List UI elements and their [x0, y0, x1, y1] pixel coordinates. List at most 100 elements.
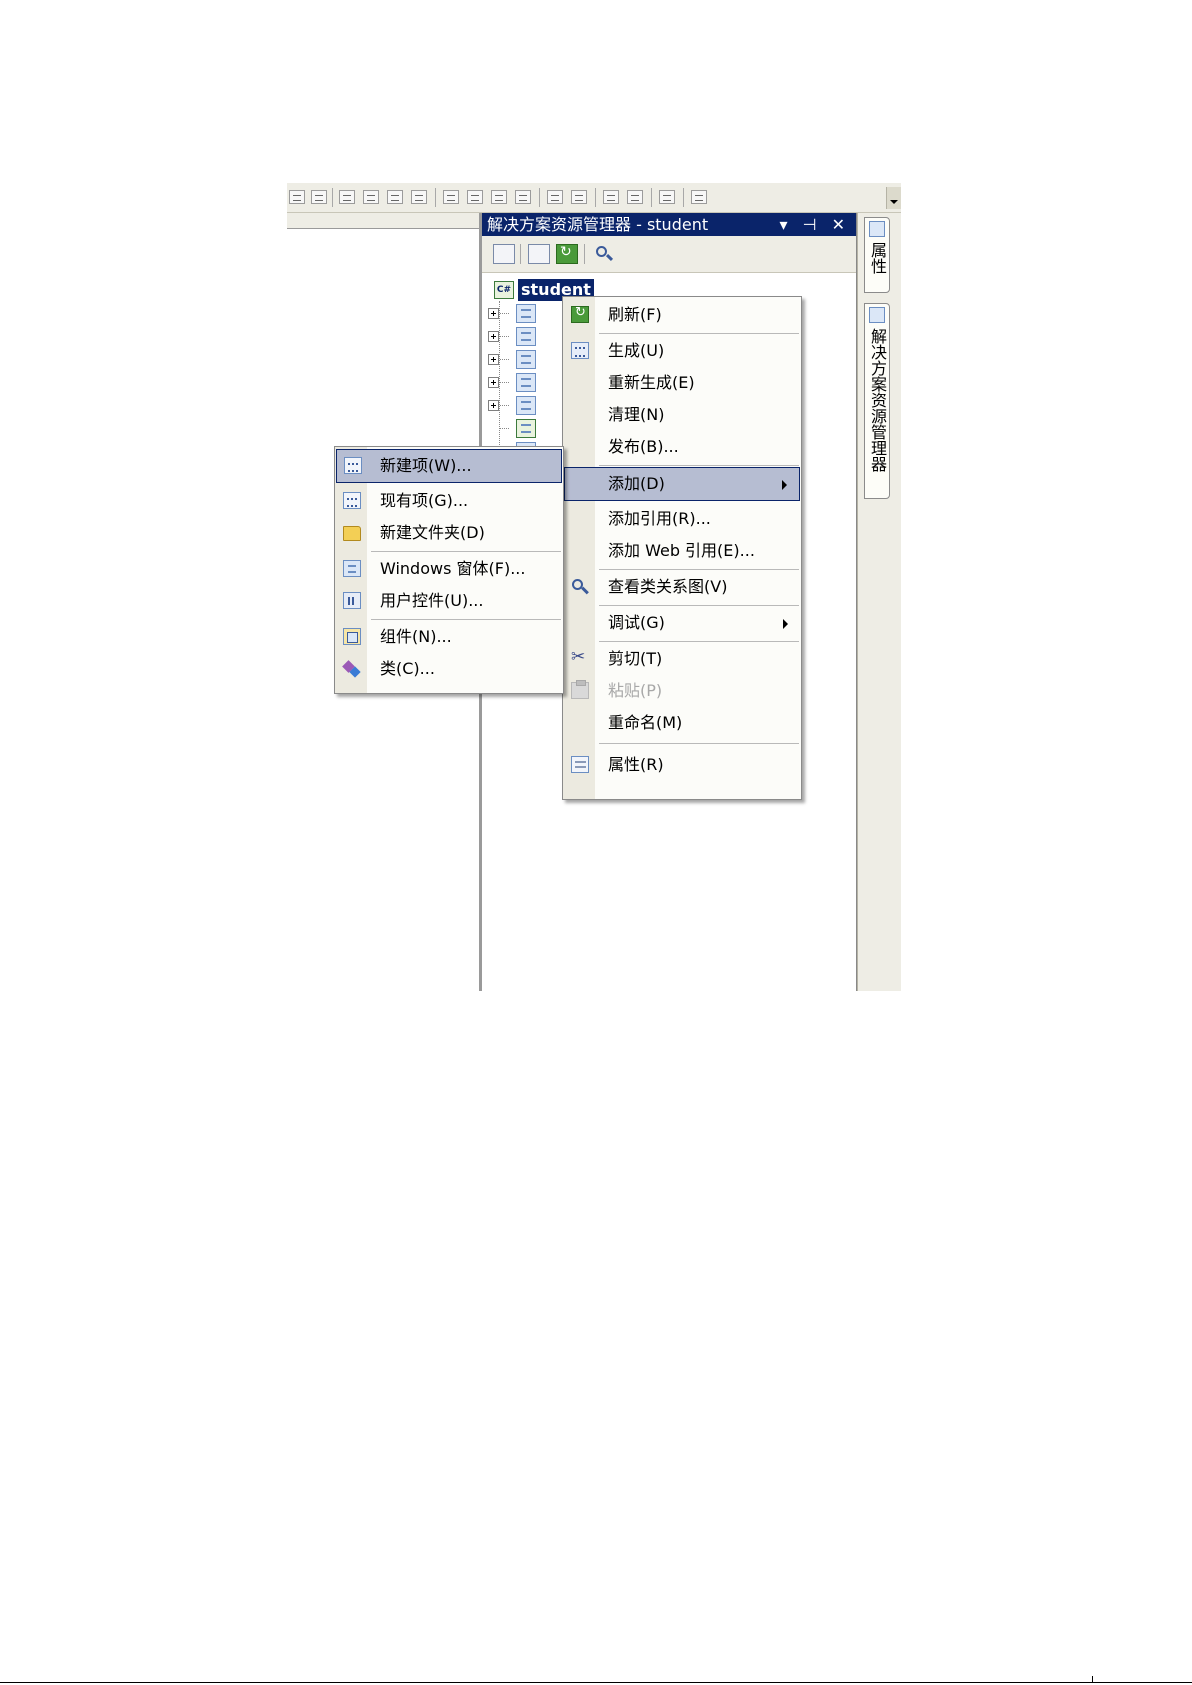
- spacing-icon[interactable]: [339, 190, 355, 204]
- window-position-pin-close-icons[interactable]: ▾ ⊣ ✕: [779, 213, 850, 236]
- show-all-files-icon[interactable]: [528, 244, 550, 264]
- toolbar-separator: [539, 188, 540, 207]
- align-icon[interactable]: [289, 190, 305, 204]
- menu-item-cut[interactable]: 剪切(T): [564, 643, 800, 675]
- solution-explorer-title-bar[interactable]: 解决方案资源管理器 - student ▾ ⊣ ✕: [482, 213, 856, 236]
- view-class-diagram-icon[interactable]: [594, 244, 616, 264]
- menu-item-add-web-reference[interactable]: 添加 Web 引用(E)...: [564, 535, 800, 567]
- toolbar-separator: [651, 188, 652, 207]
- project-context-menu: 刷新(F) 生成(U) 重新生成(E) 清理(N) 发布(B)... 添加(D)…: [562, 296, 802, 800]
- menu-separator: [599, 569, 799, 570]
- menu-separator: [599, 465, 799, 466]
- form-node-icon: [516, 350, 536, 369]
- lock-controls-icon[interactable]: [659, 190, 675, 204]
- folder-icon: [343, 526, 361, 541]
- properties-node-icon: [516, 304, 536, 323]
- center-vertically-icon[interactable]: [571, 190, 587, 204]
- send-to-back-icon[interactable]: [627, 190, 643, 204]
- toolbar-separator: [584, 244, 585, 264]
- menu-separator: [599, 641, 799, 642]
- existing-item-icon: [343, 492, 361, 509]
- align-icon[interactable]: [311, 190, 327, 204]
- solution-explorer-side-tab[interactable]: 解决方案资源管理器: [864, 303, 890, 499]
- vertical-spacing-icon[interactable]: [467, 190, 483, 204]
- expand-icon[interactable]: [488, 331, 499, 342]
- spacing-icon[interactable]: [363, 190, 379, 204]
- form-node-icon: [516, 373, 536, 392]
- submenu-item-component[interactable]: 组件(N)...: [336, 621, 562, 653]
- csharp-file-icon: [516, 419, 536, 438]
- menu-item-add-reference[interactable]: 添加引用(R)...: [564, 503, 800, 535]
- tab-order-icon[interactable]: [691, 190, 707, 204]
- class-icon: [343, 660, 361, 677]
- component-icon: [343, 628, 361, 645]
- expand-icon[interactable]: [488, 354, 499, 365]
- submenu-item-existing-item[interactable]: 现有项(G)...: [336, 485, 562, 517]
- menu-item-debug[interactable]: 调试(G): [564, 607, 800, 639]
- spacing-icon[interactable]: [411, 190, 427, 204]
- submenu-arrow-icon: [783, 619, 788, 629]
- menu-item-build[interactable]: 生成(U): [564, 335, 800, 367]
- menu-item-refresh[interactable]: 刷新(F): [564, 299, 800, 331]
- submenu-item-windows-form[interactable]: Windows 窗体(F)...: [336, 553, 562, 585]
- properties-icon[interactable]: [493, 244, 515, 264]
- vertical-spacing-icon[interactable]: [491, 190, 507, 204]
- tree-node-form[interactable]: [488, 395, 548, 417]
- menu-separator: [599, 333, 799, 334]
- page-rule-tick: [1092, 1676, 1093, 1682]
- submenu-item-new-folder[interactable]: 新建文件夹(D): [336, 517, 562, 549]
- toolbar-overflow-button[interactable]: [886, 187, 901, 209]
- submenu-item-new-item[interactable]: 新建项(W)...: [336, 449, 562, 483]
- vertical-spacing-icon[interactable]: [515, 190, 531, 204]
- expand-icon[interactable]: [488, 308, 499, 319]
- center-horizontally-icon[interactable]: [547, 190, 563, 204]
- menu-separator: [371, 619, 561, 620]
- form-node-icon: [516, 396, 536, 415]
- menu-item-rename[interactable]: 重命名(M): [564, 707, 800, 739]
- side-tab-label: 解决方案资源管理器: [868, 328, 887, 472]
- menu-item-properties[interactable]: 属性(R): [564, 749, 800, 781]
- properties-side-tab[interactable]: 属性: [864, 217, 890, 293]
- editor-tab-strip: [287, 213, 480, 229]
- menu-separator: [599, 605, 799, 606]
- expand-icon[interactable]: [488, 377, 499, 388]
- toolbar-separator: [332, 188, 333, 207]
- tree-node-references[interactable]: [488, 326, 548, 348]
- class-diagram-icon: [571, 578, 589, 595]
- menu-separator: [371, 551, 561, 552]
- references-node-icon: [516, 327, 536, 346]
- menu-item-view-class-diagram[interactable]: 查看类关系图(V): [564, 571, 800, 603]
- properties-icon: [571, 756, 589, 773]
- tree-node-form[interactable]: [488, 372, 548, 394]
- add-submenu: 新建项(W)... 现有项(G)... 新建文件夹(D) Windows 窗体(…: [334, 446, 564, 694]
- menu-item-clean[interactable]: 清理(N): [564, 399, 800, 431]
- menu-separator: [599, 743, 799, 744]
- submenu-item-user-control[interactable]: 用户控件(U)...: [336, 585, 562, 617]
- solution-explorer-title: 解决方案资源管理器 - student: [487, 215, 709, 234]
- menu-item-rebuild[interactable]: 重新生成(E): [564, 367, 800, 399]
- refresh-icon: [571, 305, 589, 323]
- tree-node-properties[interactable]: [488, 303, 548, 325]
- side-tab-label: 属性: [868, 242, 887, 274]
- refresh-icon[interactable]: [556, 244, 578, 264]
- csharp-project-icon: C#: [494, 281, 514, 299]
- screenshot-region: 解决方案资源管理器 - student ▾ ⊣ ✕ C# student: [287, 183, 901, 991]
- menu-item-publish[interactable]: 发布(B)...: [564, 431, 800, 463]
- submenu-item-class[interactable]: 类(C)...: [336, 653, 562, 685]
- spacing-icon[interactable]: [387, 190, 403, 204]
- vertical-spacing-icon[interactable]: [443, 190, 459, 204]
- menu-item-add[interactable]: 添加(D): [564, 467, 800, 501]
- menu-item-paste: 粘贴(P): [564, 675, 800, 707]
- bring-to-front-icon[interactable]: [603, 190, 619, 204]
- build-icon: [571, 342, 589, 359]
- tree-node-csharp-file[interactable]: [488, 418, 548, 440]
- toolbar-separator: [595, 188, 596, 207]
- user-control-icon: [343, 592, 361, 609]
- tree-node-form[interactable]: [488, 349, 548, 371]
- solution-explorer-toolbar: [482, 236, 856, 273]
- expand-icon[interactable]: [488, 400, 499, 411]
- toolbar-separator: [520, 244, 521, 264]
- auto-hide-tab-strip: 属性 解决方案资源管理器: [857, 213, 901, 991]
- toolbar-separator: [435, 188, 436, 207]
- scissors-icon: [571, 647, 589, 667]
